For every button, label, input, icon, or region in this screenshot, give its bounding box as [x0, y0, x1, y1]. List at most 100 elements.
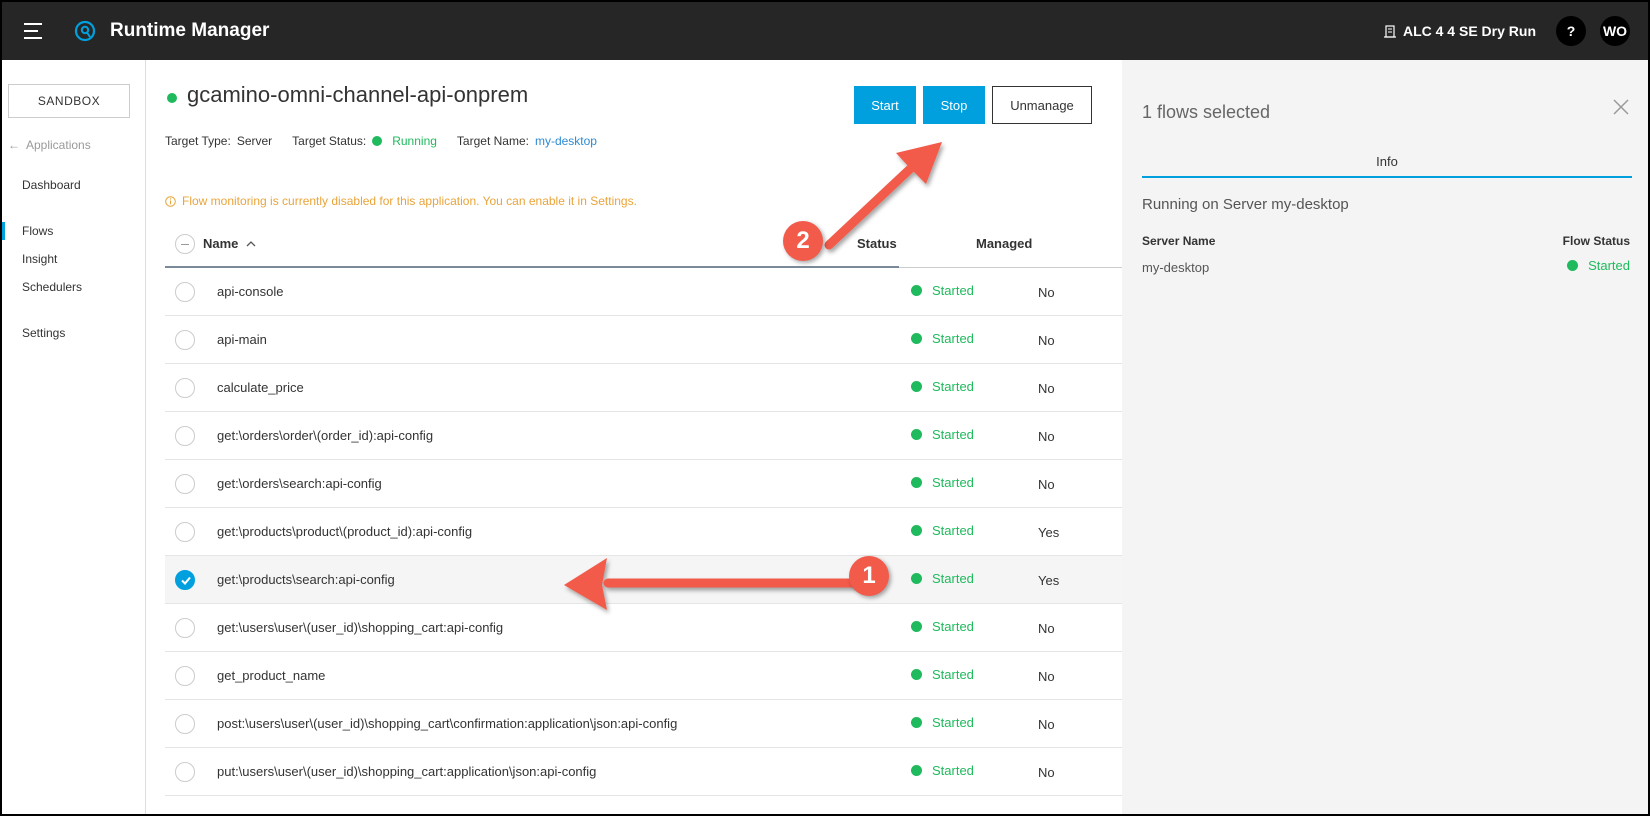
- status-text: Started: [932, 715, 974, 730]
- organization-icon: [1383, 25, 1396, 38]
- status-text: Started: [932, 523, 974, 538]
- close-icon[interactable]: [1612, 98, 1630, 116]
- flow-name: get:\users\user\(user_id)\shopping_cart:…: [217, 620, 504, 635]
- tab-info[interactable]: Info: [1142, 148, 1632, 178]
- row-checkbox[interactable]: [175, 474, 195, 494]
- table-row[interactable]: api-console Started No: [165, 268, 1122, 316]
- flow-status: Started: [911, 331, 974, 346]
- app-status-dot: [167, 93, 177, 103]
- user-avatar[interactable]: WO: [1600, 16, 1630, 46]
- sidebar-item-flows[interactable]: Flows: [22, 224, 53, 238]
- flow-status-text: Started: [1588, 258, 1630, 273]
- flow-name: api-main: [217, 332, 267, 347]
- flow-status: Started: [911, 283, 974, 298]
- flow-status: Started: [911, 379, 974, 394]
- row-checkbox[interactable]: [175, 762, 195, 782]
- status-text: Started: [932, 667, 974, 682]
- table-row[interactable]: put:\users\user\(user_id)\shopping_cart:…: [165, 748, 1122, 796]
- flow-managed: No: [1038, 381, 1055, 396]
- environment-button[interactable]: SANDBOX: [8, 84, 130, 118]
- table-row[interactable]: get:\orders\order\(order_id):api-config S…: [165, 412, 1122, 460]
- top-bar: Runtime Manager ALC 4 4 SE Dry Run ? WO: [2, 2, 1648, 60]
- panel-title: 1 flows selected: [1142, 102, 1271, 122]
- flow-status-dot: [1567, 260, 1579, 271]
- flow-managed: No: [1038, 765, 1055, 780]
- application-name: gcamino-omni-channel-api-onprem: [187, 82, 529, 107]
- stop-button[interactable]: Stop: [923, 86, 985, 124]
- flow-managed: No: [1038, 621, 1055, 636]
- organization-selector[interactable]: ALC 4 4 SE Dry Run: [1403, 23, 1536, 39]
- table-row[interactable]: calculate_price Started No: [165, 364, 1122, 412]
- target-meta: Target Type: Server Target Status: Runni…: [165, 134, 597, 148]
- row-checkbox[interactable]: [175, 522, 195, 542]
- app-frame: Runtime Manager ALC 4 4 SE Dry Run ? WO …: [0, 0, 1650, 816]
- info-icon: [165, 195, 176, 207]
- flow-name: get:\products\product\(product_id):api-c…: [217, 524, 473, 539]
- target-name-link[interactable]: my-desktop: [535, 134, 597, 148]
- sidebar-item-settings[interactable]: Settings: [22, 326, 65, 340]
- app-title: Runtime Manager: [110, 20, 270, 41]
- table-row[interactable]: get:\users\user\(user_id)\shopping_cart:…: [165, 604, 1122, 652]
- flow-managed: No: [1038, 717, 1055, 732]
- column-header-status[interactable]: Status: [857, 236, 897, 251]
- select-all-checkbox[interactable]: [175, 234, 195, 254]
- target-status-dot: [372, 136, 383, 146]
- status-dot: [911, 573, 922, 584]
- sidebar-item-dashboard[interactable]: Dashboard: [22, 178, 81, 192]
- start-button[interactable]: Start: [854, 86, 916, 124]
- help-button[interactable]: ?: [1556, 16, 1586, 46]
- column-header-name[interactable]: Name: [203, 236, 256, 251]
- flow-managed: No: [1038, 333, 1055, 348]
- sidebar-item-schedulers[interactable]: Schedulers: [22, 280, 82, 294]
- status-dot: [911, 477, 922, 488]
- status-text: Started: [932, 283, 974, 298]
- active-indicator: [2, 222, 5, 240]
- row-checkbox[interactable]: [175, 570, 195, 590]
- row-checkbox[interactable]: [175, 282, 195, 302]
- sidebar: SANDBOX ← Applications Dashboard Flows I…: [2, 60, 146, 814]
- status-dot: [911, 429, 922, 440]
- table-row[interactable]: get_product_name Started No: [165, 652, 1122, 700]
- status-text: Started: [932, 379, 974, 394]
- status-dot: [911, 285, 922, 296]
- flow-managed: No: [1038, 285, 1055, 300]
- flow-name: get_product_name: [217, 668, 326, 683]
- column-header-managed[interactable]: Managed: [976, 236, 1032, 251]
- annotation-badge-2: 2: [783, 221, 823, 261]
- table-row[interactable]: get:\products\search:api-config Started Ye…: [165, 556, 1122, 604]
- flow-status: Started: [911, 763, 974, 778]
- sidebar-item-insight[interactable]: Insight: [22, 252, 57, 266]
- row-checkbox[interactable]: [175, 714, 195, 734]
- status-text: Started: [932, 331, 974, 346]
- menu-icon[interactable]: [24, 23, 46, 39]
- row-checkbox[interactable]: [175, 330, 195, 350]
- status-dot: [911, 717, 922, 728]
- column-header-name-label: Name: [203, 236, 239, 251]
- flows-table: Name Status Managed api-console Started No…: [165, 220, 1122, 796]
- row-checkbox[interactable]: [175, 666, 195, 686]
- status-dot: [911, 381, 922, 392]
- main-content: gcamino-omni-channel-api-onprem Target T…: [157, 60, 1122, 814]
- chevron-up-icon: [246, 240, 256, 246]
- flow-name: api-console: [217, 284, 284, 299]
- flow-status: Started: [911, 667, 974, 682]
- table-row[interactable]: get:\products\product\(product_id):api-c…: [165, 508, 1122, 556]
- unmanage-button[interactable]: Unmanage: [992, 86, 1092, 124]
- row-checkbox[interactable]: [175, 378, 195, 398]
- status-dot: [911, 669, 922, 680]
- flow-managed: Yes: [1038, 525, 1060, 540]
- details-panel: 1 flows selected Info Running on Server …: [1122, 60, 1648, 814]
- check-icon: [181, 576, 191, 585]
- status-text: Started: [932, 571, 974, 586]
- target-status-value: Running: [392, 134, 437, 148]
- status-dot: [911, 621, 922, 632]
- table-row[interactable]: api-main Started No: [165, 316, 1122, 364]
- back-to-applications-link[interactable]: ← Applications: [8, 138, 91, 152]
- table-row[interactable]: get:\orders\search:api-config Started No: [165, 460, 1122, 508]
- flow-name: calculate_price: [217, 380, 304, 395]
- row-checkbox[interactable]: [175, 426, 195, 446]
- flow-status-value: Started: [1567, 258, 1630, 273]
- row-checkbox[interactable]: [175, 618, 195, 638]
- table-row[interactable]: post:\users\user\(user_id)\shopping_cart…: [165, 700, 1122, 748]
- monitoring-warning: Flow monitoring is currently disabled fo…: [165, 194, 637, 208]
